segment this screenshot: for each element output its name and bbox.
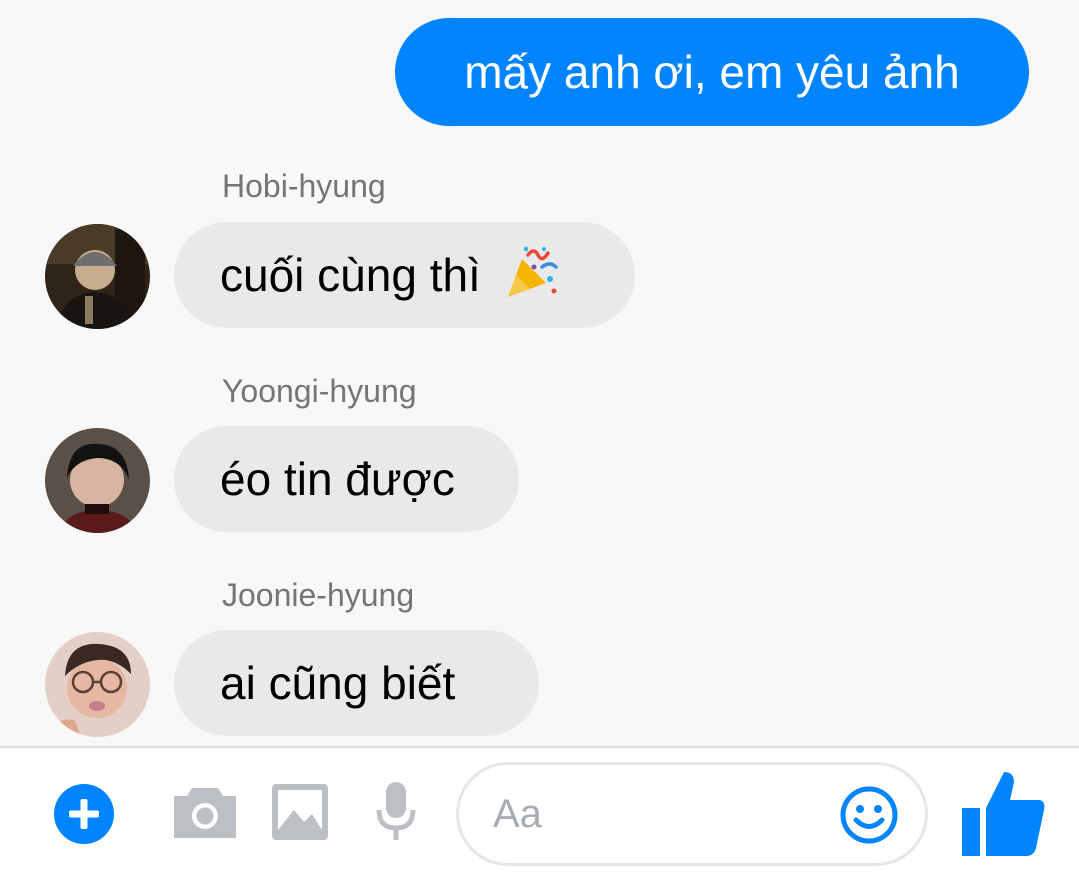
microphone-icon[interactable] xyxy=(376,782,416,842)
avatar-photo-joonie xyxy=(45,632,150,737)
thumbs-up-icon[interactable] xyxy=(962,768,1046,858)
message-input-placeholder: Aa xyxy=(493,792,542,836)
incoming-message-bubble[interactable]: éo tin được xyxy=(174,426,519,532)
composer-bar: Aa xyxy=(0,746,1079,874)
incoming-message-bubble[interactable]: ai cũng biết xyxy=(174,630,539,736)
smiley-icon[interactable] xyxy=(839,785,899,845)
message-input[interactable]: Aa xyxy=(456,762,928,866)
avatar-photo-hobi xyxy=(45,224,150,329)
sender-name: Hobi-hyung xyxy=(222,168,386,204)
plus-icon[interactable] xyxy=(54,784,114,844)
incoming-message-text: éo tin được xyxy=(220,453,455,505)
sender-name: Yoongi-hyung xyxy=(222,373,417,409)
sender-name: Joonie-hyung xyxy=(222,577,415,613)
message-thread: mấy anh ơi, em yêu ảnh Hobi-hyung cuối c… xyxy=(0,0,1079,746)
avatar[interactable] xyxy=(45,224,150,329)
camera-icon[interactable] xyxy=(174,784,236,838)
incoming-message-text: ai cũng biết xyxy=(220,657,456,709)
outgoing-message-bubble[interactable]: mấy anh ơi, em yêu ảnh xyxy=(395,18,1029,126)
incoming-message-text: cuối cùng thì xyxy=(220,249,481,301)
avatar-photo-yoongi xyxy=(45,428,150,533)
incoming-message-bubble[interactable]: cuối cùng thì xyxy=(174,222,635,328)
avatar[interactable] xyxy=(45,428,150,533)
image-icon[interactable] xyxy=(272,784,328,840)
outgoing-message-text: mấy anh ơi, em yêu ảnh xyxy=(464,46,960,98)
avatar[interactable] xyxy=(45,632,150,737)
party-popper-icon xyxy=(504,232,560,338)
